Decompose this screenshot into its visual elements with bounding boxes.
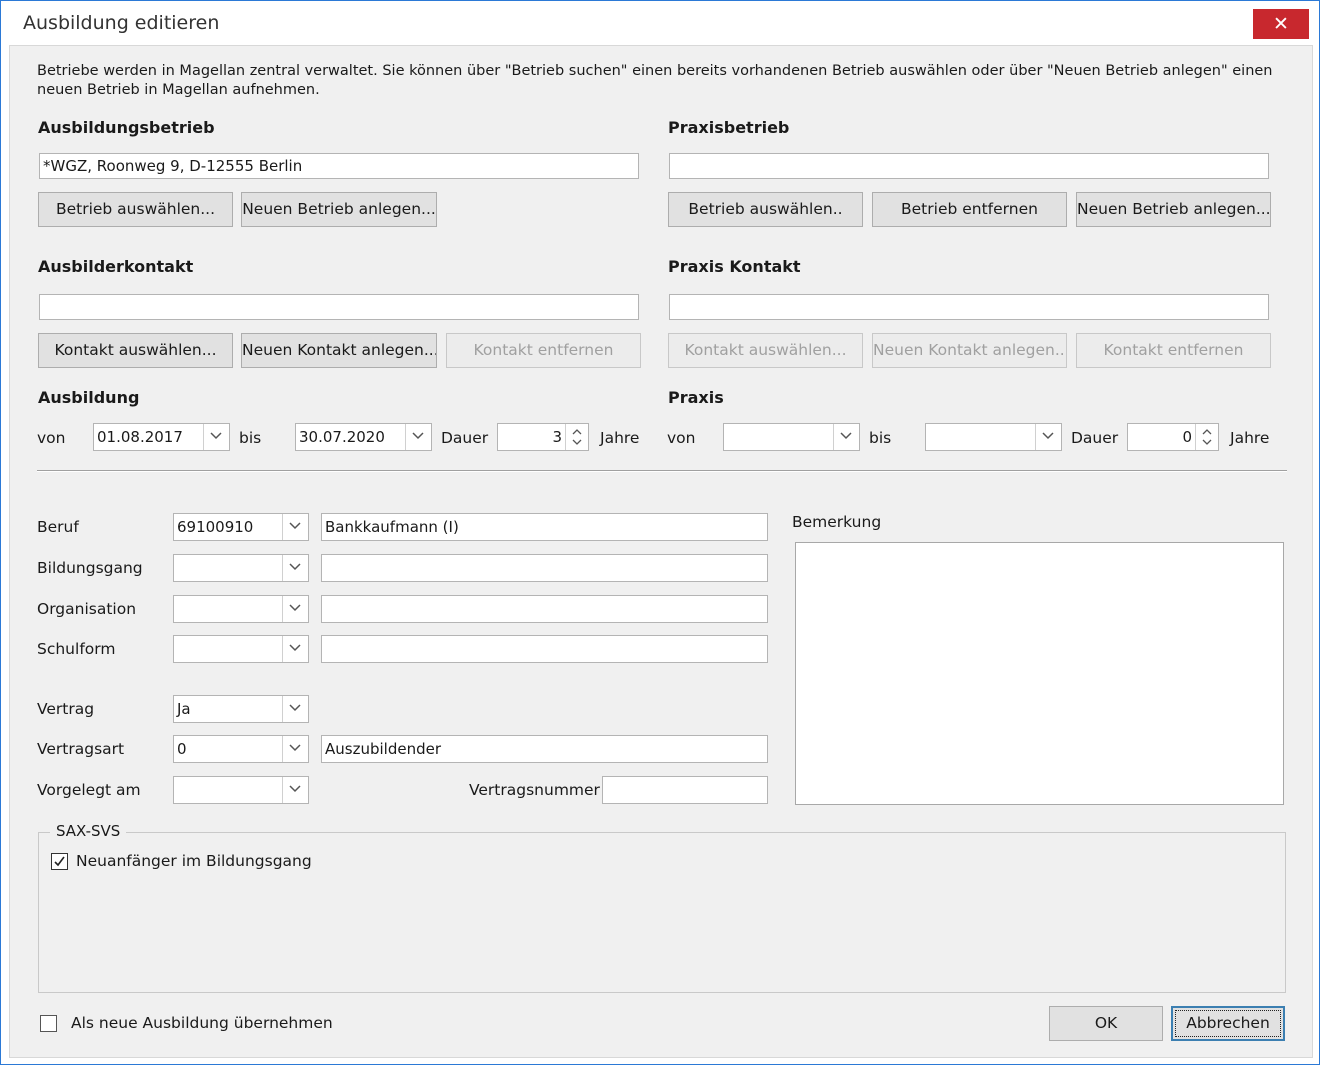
beruf-text-field[interactable]: Bankkaufmann (I) — [321, 513, 768, 541]
chevron-down-icon[interactable] — [282, 636, 308, 662]
vorgelegt-date[interactable] — [173, 776, 309, 804]
ausbildung-jahre-label: Jahre — [600, 429, 640, 447]
checkmark-icon — [54, 856, 65, 867]
praxiskontakt-select-button[interactable]: Kontakt auswählen... — [668, 333, 863, 368]
chevron-down-icon[interactable] — [282, 555, 308, 581]
ausbildung-von-value: 01.08.2017 — [97, 428, 183, 446]
chevron-down-icon[interactable] — [1035, 424, 1061, 450]
chevron-down-icon[interactable] — [282, 514, 308, 540]
close-button[interactable]: ✕ — [1253, 9, 1309, 39]
praxis-von-label: von — [667, 429, 696, 447]
info-text: Betriebe werden in Magellan zentral verw… — [37, 63, 1273, 98]
chevron-down-icon[interactable] — [282, 736, 308, 762]
schulform-label: Schulform — [37, 640, 116, 658]
ausbildung-dauer-label: Dauer — [441, 429, 489, 447]
vertragsnummer-label: Vertragsnummer — [469, 781, 600, 799]
praxis-bis-label: bis — [869, 429, 892, 447]
ausbildung-dauer-value: 3 — [552, 428, 562, 446]
neuanfaenger-label[interactable]: Neuanfänger im Bildungsgang — [76, 852, 312, 870]
ausbilderkontakt-field[interactable] — [39, 294, 639, 320]
praxisbetrieb-remove-button[interactable]: Betrieb entfernen — [872, 192, 1067, 227]
ausbildung-bis-date[interactable]: 30.07.2020 — [295, 423, 432, 451]
praxis-dauer-value: 0 — [1182, 428, 1192, 446]
praxisbetrieb-select-button[interactable]: Betrieb auswählen.. — [668, 192, 863, 227]
vertragsart-code-combo[interactable]: 0 — [173, 735, 309, 763]
section-ausbildung: Ausbildung — [38, 388, 140, 407]
chevron-down-icon[interactable] — [282, 696, 308, 722]
vertragsart-label: Vertragsart — [37, 740, 125, 758]
ausbildung-von-label: von — [37, 429, 66, 447]
praxisbetrieb-field[interactable] — [669, 153, 1269, 179]
title-bar: Ausbildung editieren ✕ — [1, 1, 1319, 45]
section-ausbildungsbetrieb: Ausbildungsbetrieb — [38, 118, 215, 137]
praxiskontakt-new-button[interactable]: Neuen Kontakt anlegen... — [872, 333, 1067, 368]
section-ausbilderkontakt: Ausbilderkontakt — [38, 257, 194, 276]
beruf-code-value: 69100910 — [177, 518, 254, 536]
organisation-label: Organisation — [37, 600, 137, 618]
ausbildung-von-date[interactable]: 01.08.2017 — [93, 423, 230, 451]
vertrag-label: Vertrag — [37, 700, 95, 718]
cancel-button[interactable]: Abbrechen — [1171, 1006, 1285, 1041]
vorgelegt-label: Vorgelegt am — [37, 781, 141, 799]
vertragsart-text-field[interactable]: Auszubildender — [321, 735, 768, 763]
neuanfaenger-checkbox[interactable] — [51, 853, 68, 870]
praxis-von-date[interactable] — [723, 423, 860, 451]
praxisbetrieb-new-button[interactable]: Neuen Betrieb anlegen... — [1076, 192, 1271, 227]
bildungsgang-label: Bildungsgang — [37, 559, 143, 577]
focus-rect — [1175, 1010, 1281, 1037]
ausbildungsbetrieb-select-button[interactable]: Betrieb auswählen... — [38, 192, 233, 227]
spinner-arrows-icon[interactable] — [1195, 424, 1218, 450]
dialog-content: Betriebe werden in Magellan zentral verw… — [9, 45, 1313, 1058]
beruf-label: Beruf — [37, 518, 79, 536]
bildungsgang-code-combo[interactable] — [173, 554, 309, 582]
ausbildungsbetrieb-new-button[interactable]: Neuen Betrieb anlegen... — [241, 192, 437, 227]
sax-svs-legend: SAX-SVS — [50, 822, 127, 840]
section-praxisbetrieb: Praxisbetrieb — [668, 118, 790, 137]
vertragsnummer-field[interactable] — [602, 776, 768, 804]
praxis-jahre-label: Jahre — [1230, 429, 1270, 447]
ausbilderkontakt-remove-button[interactable]: Kontakt entfernen — [446, 333, 641, 368]
schulform-code-combo[interactable] — [173, 635, 309, 663]
bemerkung-textarea[interactable] — [795, 542, 1284, 805]
praxis-dauer-spinner[interactable]: 0 — [1127, 423, 1219, 451]
chevron-down-icon[interactable] — [282, 777, 308, 803]
section-praxiskontakt: Praxis Kontakt — [668, 257, 801, 276]
spinner-arrows-icon[interactable] — [565, 424, 588, 450]
section-praxis: Praxis — [668, 388, 724, 407]
separator — [37, 470, 1287, 472]
organisation-text-field[interactable] — [321, 595, 768, 623]
ausbilderkontakt-new-button[interactable]: Neuen Kontakt anlegen... — [241, 333, 437, 368]
praxiskontakt-remove-button[interactable]: Kontakt entfernen — [1076, 333, 1271, 368]
schulform-text-field[interactable] — [321, 635, 768, 663]
vertragsart-code-value: 0 — [177, 740, 187, 758]
ausbilderkontakt-select-button[interactable]: Kontakt auswählen... — [38, 333, 233, 368]
ausbildung-dauer-spinner[interactable]: 3 — [497, 423, 589, 451]
window-title: Ausbildung editieren — [23, 12, 220, 34]
chevron-down-icon[interactable] — [833, 424, 859, 450]
vertrag-value: Ja — [177, 700, 191, 718]
vertrag-combo[interactable]: Ja — [173, 695, 309, 723]
beruf-code-combo[interactable]: 69100910 — [173, 513, 309, 541]
praxis-bis-date[interactable] — [925, 423, 1062, 451]
ok-button[interactable]: OK — [1049, 1006, 1163, 1041]
ausbildung-bis-label: bis — [239, 429, 262, 447]
praxiskontakt-field[interactable] — [669, 294, 1269, 320]
bildungsgang-text-field[interactable] — [321, 554, 768, 582]
dialog-window: Ausbildung editieren ✕ Betriebe werden i… — [0, 0, 1320, 1065]
organisation-code-combo[interactable] — [173, 595, 309, 623]
ausbildungsbetrieb-field[interactable]: *WGZ, Roonweg 9, D-12555 Berlin — [39, 153, 639, 179]
chevron-down-icon[interactable] — [282, 596, 308, 622]
uebernehmen-checkbox[interactable] — [40, 1015, 57, 1032]
chevron-down-icon[interactable] — [203, 424, 229, 450]
praxis-dauer-label: Dauer — [1071, 429, 1119, 447]
uebernehmen-label[interactable]: Als neue Ausbildung übernehmen — [71, 1014, 333, 1032]
chevron-down-icon[interactable] — [405, 424, 431, 450]
ausbildung-bis-value: 30.07.2020 — [299, 428, 385, 446]
bemerkung-label: Bemerkung — [792, 513, 882, 531]
